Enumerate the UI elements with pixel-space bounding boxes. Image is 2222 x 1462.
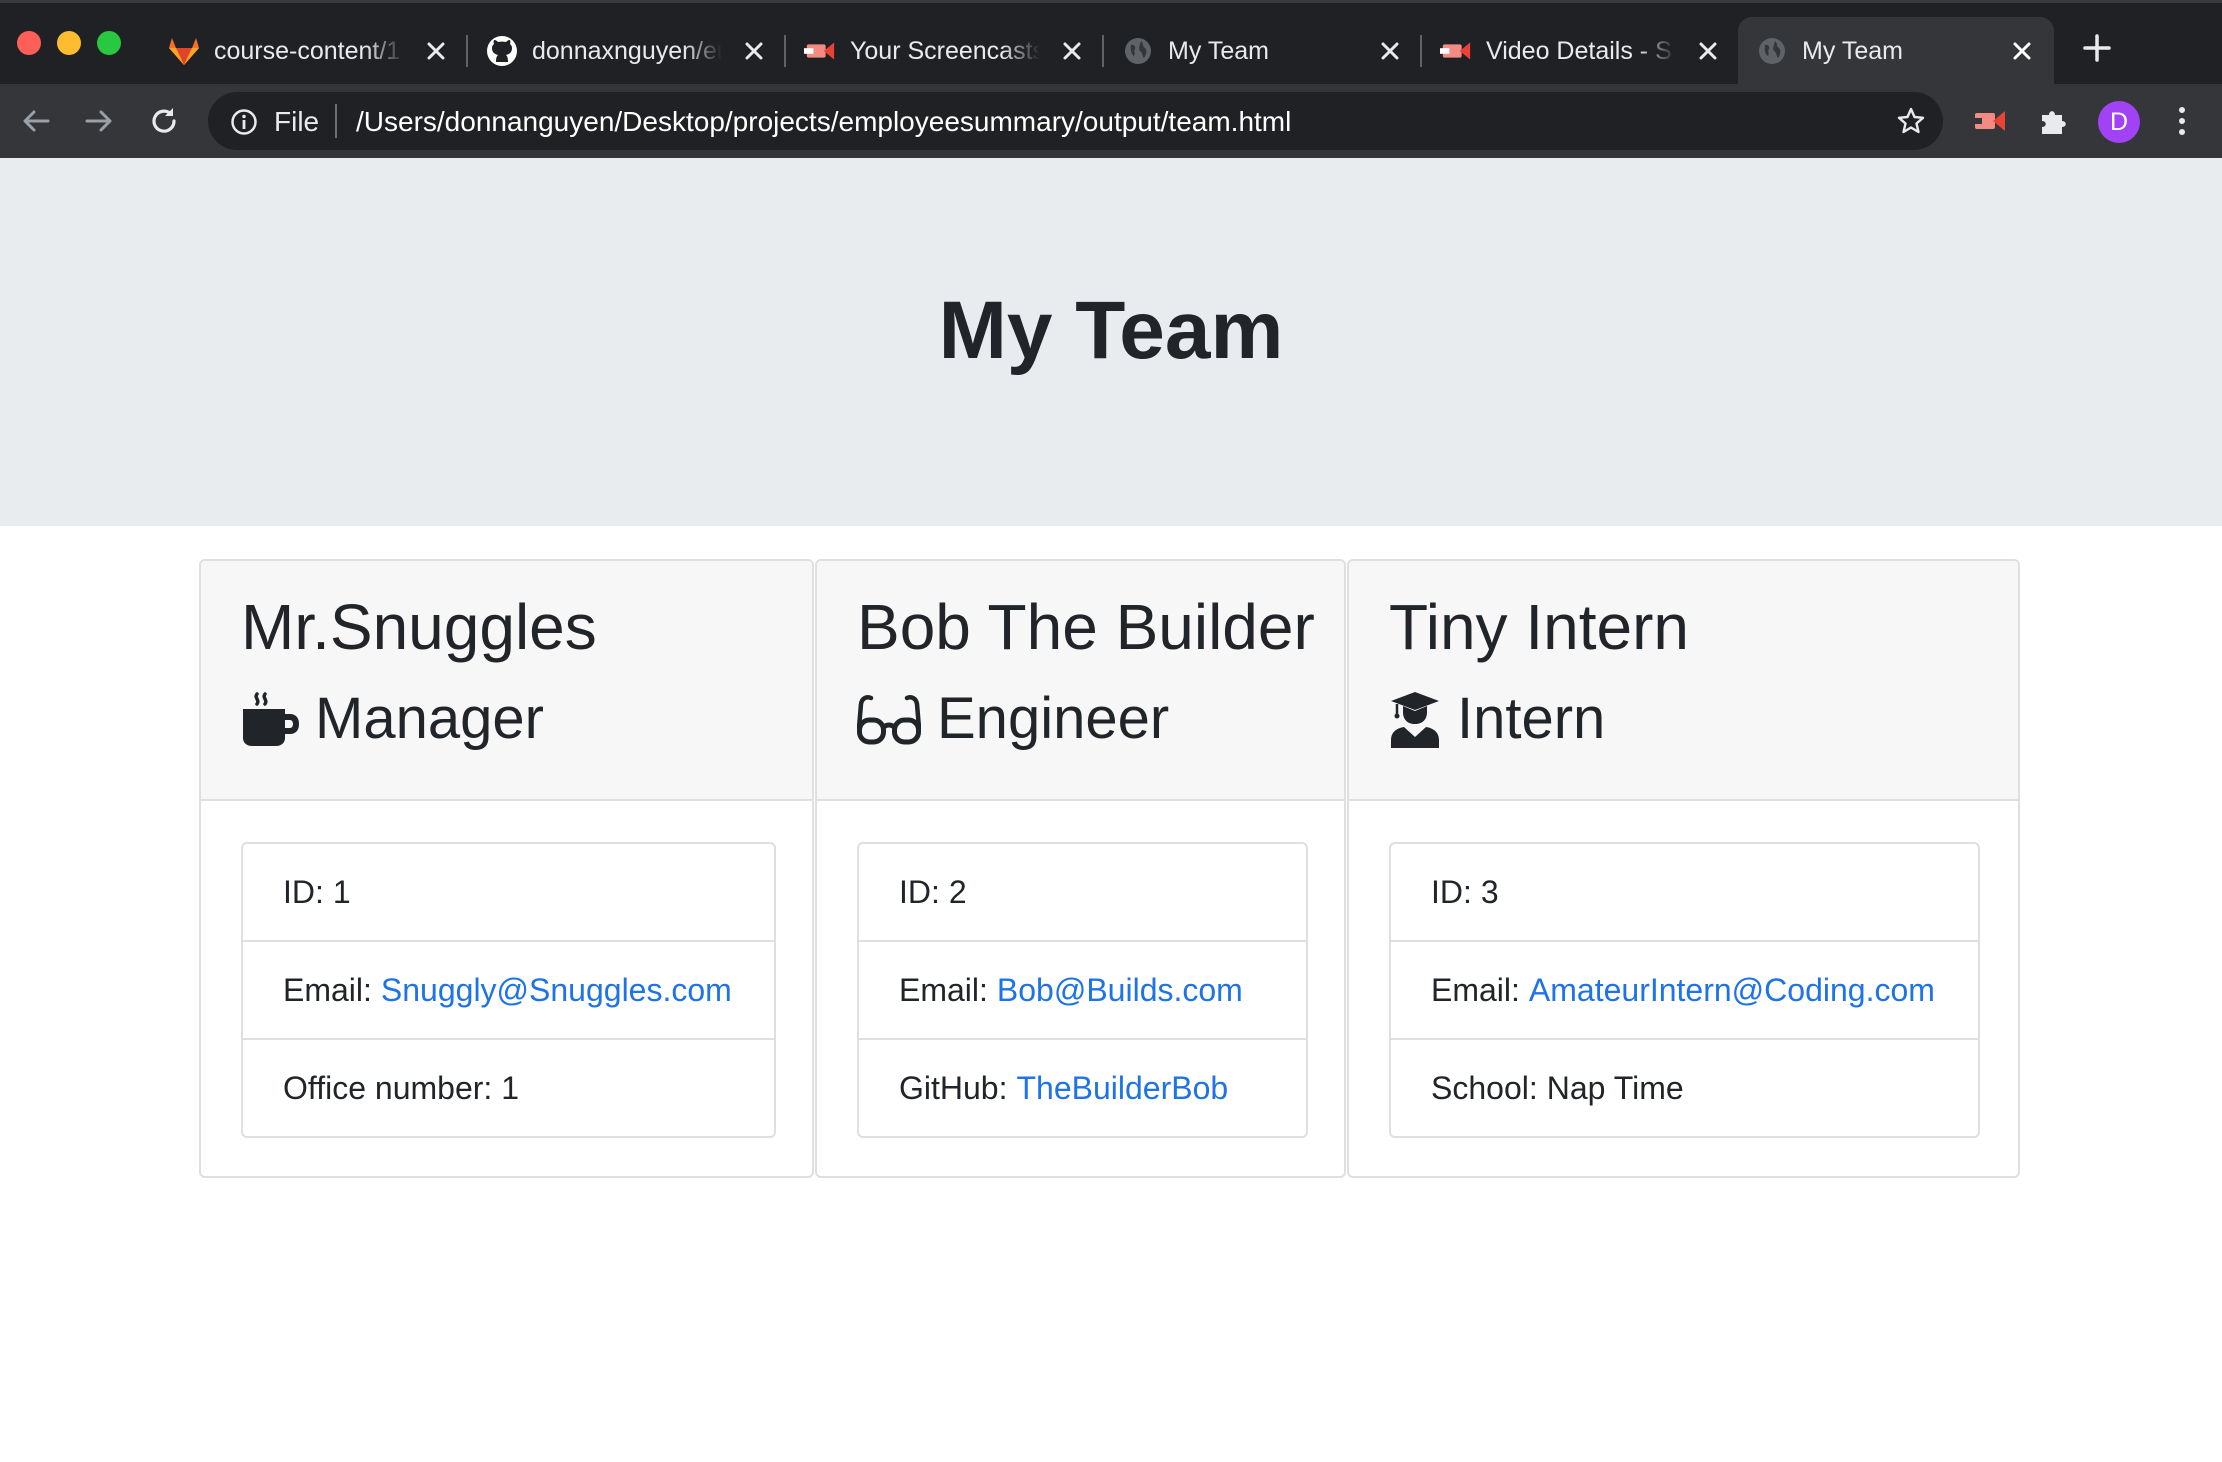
email-link[interactable]: AmateurIntern@Coding.com: [1529, 972, 1935, 1009]
tab-close-icon[interactable]: [2008, 37, 2036, 65]
id-value: 2: [948, 873, 967, 910]
id-value: 3: [1480, 873, 1499, 910]
window-close-button[interactable]: [17, 31, 41, 55]
employee-id-row: ID: 2: [859, 844, 1306, 942]
email-label: Email:: [1431, 971, 1520, 1008]
browser-tab-my-team[interactable]: My Team: [1104, 17, 1414, 84]
window-maximize-button[interactable]: [97, 31, 121, 55]
office-number-value: 1: [501, 1069, 520, 1106]
browser-tab-video-details[interactable]: Video Details - S: [1422, 17, 1732, 84]
employee-role: Intern: [1389, 685, 1605, 752]
employee-card-engineer: Bob The Builder Engineer ID: 2 Email: Bo…: [815, 559, 1346, 1178]
glasses-icon: [857, 694, 921, 744]
email-label: Email:: [899, 971, 988, 1008]
gitlab-icon: [168, 35, 200, 67]
employee-github-row: GitHub: TheBuilderBob: [859, 1040, 1306, 1136]
employee-school-row: School: Nap Time: [1391, 1040, 1978, 1136]
browser-menu-kebab-icon[interactable]: [2170, 103, 2194, 139]
address-bar[interactable]: File /Users/donnanguyen/Desktop/projects…: [208, 92, 1943, 150]
role-label: Intern: [1457, 686, 1606, 751]
screencastify-icon: [1440, 35, 1472, 67]
card-header: Tiny Intern Intern: [1349, 561, 2018, 801]
employee-name: Bob The Builder: [857, 591, 1315, 663]
employee-email-row: Email: Snuggly@Snuggles.com: [243, 942, 774, 1040]
tab-close-icon[interactable]: [422, 37, 450, 65]
tab-close-icon[interactable]: [740, 37, 768, 65]
employee-role: Manager: [241, 685, 544, 752]
browser-tab-course-content[interactable]: course-content/1: [150, 17, 460, 84]
tab-title: course-content/1: [214, 37, 401, 65]
employee-office-row: Office number: 1: [243, 1040, 774, 1136]
profile-avatar[interactable]: D: [2098, 101, 2140, 143]
site-info-icon[interactable]: [230, 108, 258, 136]
bookmark-star-icon[interactable]: [1896, 106, 1926, 136]
employee-card-manager: Mr.Snuggles Manager ID: 1 Email: Snuggly…: [199, 559, 814, 1178]
url-scheme-label: File: [274, 106, 320, 137]
tab-title: My Team: [1802, 37, 1903, 65]
role-label: Engineer: [937, 686, 1170, 751]
screencastify-icon: [804, 35, 836, 67]
employee-id-row: ID: 1: [243, 844, 774, 942]
employee-name: Tiny Intern: [1389, 591, 1689, 663]
id-label: ID:: [1431, 873, 1472, 910]
tab-close-icon[interactable]: [1694, 37, 1722, 65]
employee-name: Mr.Snuggles: [241, 591, 597, 663]
jumbotron-header: My Team: [0, 158, 2222, 526]
tab-close-icon[interactable]: [1376, 37, 1404, 65]
tab-title: Video Details - S: [1486, 37, 1672, 65]
new-tab-plus-icon[interactable]: [2080, 31, 2114, 65]
tab-title: Your Screencasts: [850, 37, 1040, 65]
tab-title: donnaxnguyen/em: [532, 37, 722, 65]
employee-details-list: ID: 2 Email: Bob@Builds.com GitHub: TheB…: [857, 842, 1308, 1138]
reload-icon[interactable]: [146, 103, 182, 139]
browser-tab-github[interactable]: donnaxnguyen/em: [468, 17, 778, 84]
email-label: Email:: [283, 971, 372, 1008]
globe-icon: [1122, 35, 1154, 67]
card-header: Bob The Builder Engineer: [817, 561, 1344, 801]
school-label: School:: [1431, 1069, 1538, 1106]
screencastify-extension-icon[interactable]: [1971, 103, 2007, 139]
browser-tab-my-team-active[interactable]: My Team: [1738, 17, 2054, 84]
coffee-mug-icon: [243, 691, 299, 746]
role-label: Manager: [315, 686, 544, 751]
back-arrow-icon[interactable]: [18, 103, 54, 139]
github-link[interactable]: TheBuilderBob: [1016, 1070, 1228, 1107]
email-link[interactable]: Snuggly@Snuggles.com: [381, 972, 732, 1009]
email-link[interactable]: Bob@Builds.com: [997, 972, 1243, 1009]
tab-bar-top-border: [0, 0, 2222, 3]
forward-arrow-icon[interactable]: [81, 103, 117, 139]
employee-details-list: ID: 1 Email: Snuggly@Snuggles.com Office…: [241, 842, 776, 1138]
employee-details-list: ID: 3 Email: AmateurIntern@Coding.com Sc…: [1389, 842, 1980, 1138]
id-label: ID:: [899, 873, 940, 910]
employee-role: Engineer: [857, 685, 1169, 752]
page-title: My Team: [938, 285, 1284, 376]
employee-email-row: Email: AmateurIntern@Coding.com: [1391, 942, 1978, 1040]
employee-card-intern: Tiny Intern Intern ID: 3 Email: AmateurI…: [1347, 559, 2020, 1178]
browser-tab-screencasts[interactable]: Your Screencasts: [786, 17, 1096, 84]
employee-email-row: Email: Bob@Builds.com: [859, 942, 1306, 1040]
graduate-icon: [1391, 691, 1439, 748]
browser-tab-bar: course-content/1 donnaxnguyen/em Your Sc…: [0, 0, 2222, 84]
card-header: Mr.Snuggles Manager: [201, 561, 812, 801]
browser-toolbar: File /Users/donnanguyen/Desktop/projects…: [0, 84, 2222, 158]
id-value: 1: [332, 873, 351, 910]
address-divider: [335, 104, 337, 138]
github-icon: [486, 35, 518, 67]
globe-icon: [1756, 35, 1788, 67]
id-label: ID:: [283, 873, 324, 910]
github-label: GitHub:: [899, 1069, 1008, 1106]
url-text[interactable]: /Users/donnanguyen/Desktop/projects/empl…: [356, 106, 1291, 138]
tab-close-icon[interactable]: [1058, 37, 1086, 65]
extensions-puzzle-icon[interactable]: [2036, 103, 2072, 139]
school-value: Nap Time: [1546, 1069, 1684, 1106]
office-number-label: Office number:: [283, 1069, 493, 1106]
tab-title: My Team: [1168, 37, 1269, 65]
employee-id-row: ID: 3: [1391, 844, 1978, 942]
window-minimize-button[interactable]: [57, 31, 81, 55]
